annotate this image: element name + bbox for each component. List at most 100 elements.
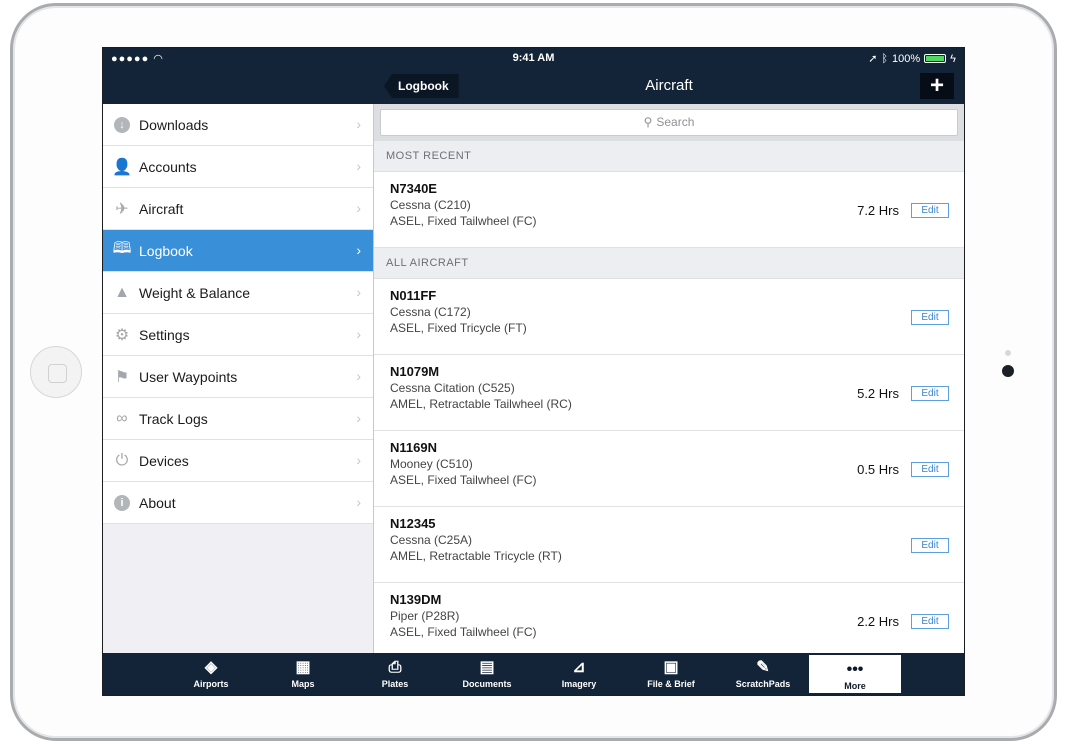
aircraft-row[interactable]: N011FF Cessna (C172) ASEL, Fixed Tricycle … [374,279,964,355]
aircraft-registration: N1169N [390,440,437,455]
sidebar-item-label: Downloads [139,116,209,133]
chevron-right-icon: › [356,242,361,258]
sensor-dot [1005,350,1011,356]
user-icon: 👤 [112,158,132,176]
chevron-right-icon: › [356,410,361,426]
add-aircraft-button[interactable]: + [920,73,954,99]
imagery-icon: ⊿ [572,659,586,676]
sidebar-item-label: Aircraft [139,200,184,217]
aircraft-registration: N7340E [390,181,437,196]
home-button[interactable] [30,346,82,398]
aircraft-registration: N011FF [390,288,437,303]
status-right: ➚ ᛒ 100% ϟ [868,52,956,66]
tab-plates[interactable]: ⎙ Plates [349,653,441,695]
map-icon: ▦ [295,659,311,676]
sidebar-item-label: Accounts [139,158,197,175]
chevron-right-icon: › [356,368,361,384]
search-icon: ⚲ [643,115,653,129]
sidebar-item-track-logs[interactable]: ∞ Track Logs › [103,398,373,440]
tab-documents[interactable]: ▤ Documents [441,653,533,695]
aircraft-class: ASEL, Fixed Tricycle (FT) [390,321,527,335]
aircraft-row[interactable]: N139DM Piper (P28R) ASEL, Fixed Tailwheel … [374,583,964,654]
aircraft-hours: 5.2 Hrs [857,386,899,401]
aircraft-row[interactable]: N1169N Mooney (C510) ASEL, Fixed Tailwheel… [374,431,964,507]
status-bar: ●●●●● ◠ 9:41 AM ➚ ᛒ 100% ϟ [103,48,964,68]
tab-scratchpads[interactable]: ✎ ScratchPads [717,653,809,695]
tab-imagery[interactable]: ⊿ Imagery [533,653,625,695]
search-input[interactable]: ⚲ Search [380,109,958,136]
sidebar-item-user-waypoints[interactable]: ⚑ User Waypoints › [103,356,373,398]
edit-button[interactable]: Edit [911,614,949,629]
tab-label: Documents [462,679,512,689]
flag-icon: ⚑ [114,368,130,386]
aircraft-row[interactable]: N1079M Cessna Citation (C525) AMEL, Retrac… [374,355,964,431]
gear-icon: ⚙ [114,326,130,344]
sidebar-item-settings[interactable]: ⚙ Settings › [103,314,373,356]
sidebar-item-label: Logbook [139,242,193,259]
chevron-right-icon: › [356,116,361,132]
sidebar-item-about[interactable]: i About › [103,482,373,524]
tab-label: Airports [193,679,229,689]
tab-label: More [844,681,866,691]
chevron-right-icon: › [356,200,361,216]
chevron-right-icon: › [356,158,361,174]
plug-icon: ⏻ [115,451,129,469]
sidebar-item-weight-balance[interactable]: ▲ Weight & Balance › [103,272,373,314]
aircraft-row[interactable]: N7340E Cessna (C210) ASEL, Fixed Tailwheel… [374,172,964,248]
search-bar: ⚲ Search [374,104,964,141]
sidebar-item-aircraft[interactable]: ✈ Aircraft › [103,188,373,230]
aircraft-registration: N1079M [390,364,440,379]
aircraft-hours: 0.5 Hrs [857,462,899,477]
tab-more[interactable]: ••• More [809,655,901,693]
sidebar-item-label: Settings [139,326,190,343]
aircraft-registration: N12345 [390,516,436,531]
tab-bar-spacer [103,653,165,695]
edit-button[interactable]: Edit [911,203,949,218]
aircraft-model: Cessna (C25A) [390,533,473,547]
sidebar-item-logbook[interactable]: 🕮 Logbook › [103,230,373,272]
download-icon: ↓ [111,114,133,136]
tab-file-brief[interactable]: ▣ File & Brief [625,653,717,695]
tab-label: Imagery [561,679,597,689]
tab-label: ScratchPads [735,679,791,689]
nav-bar: Logbook Aircraft + [103,68,964,104]
aircraft-list: ⚲ Search MOST RECENT N7340E Cessna (C210) A… [374,104,964,654]
aircraft-registration: N139DM [390,592,442,607]
tab-airports[interactable]: ◈ Airports [165,653,257,695]
track-icon: ∞ [116,409,128,427]
weight-icon: ▲ [114,283,130,301]
tab-maps[interactable]: ▦ Maps [257,653,349,695]
sidebar-item-downloads[interactable]: ↓ Downloads › [103,104,373,146]
tab-label: Maps [291,679,315,689]
sidebar-item-label: Weight & Balance [139,284,251,301]
sidebar-item-label: User Waypoints [139,368,238,385]
file-brief-icon: ▣ [663,659,679,676]
screen: ●●●●● ◠ 9:41 AM ➚ ᛒ 100% ϟ Logbook Aircr… [102,47,965,696]
tab-bar: ◈ Airports ▦ Maps ⎙ Plates ▤ Documents ⊿ Imagery ▣… [103,653,964,695]
tab-label: File & Brief [647,679,695,689]
sidebar-item-devices[interactable]: ⏻ Devices › [103,440,373,482]
airports-icon: ◈ [204,659,218,676]
bluetooth-icon: ᛒ [881,52,889,65]
section-header-recent: MOST RECENT [374,141,964,172]
documents-icon: ▤ [479,659,495,676]
aircraft-row[interactable]: N12345 Cessna (C25A) AMEL, Retractable Tri… [374,507,964,583]
battery-percent: 100% [892,52,921,65]
edit-button[interactable]: Edit [911,386,949,401]
scratchpad-icon: ✎ [756,659,770,676]
edit-button[interactable]: Edit [911,462,949,477]
sidebar-item-accounts[interactable]: 👤 Accounts › [103,146,373,188]
status-time: 9:41 AM [512,52,555,64]
charging-icon: ϟ [950,52,956,65]
plates-icon: ⎙ [388,659,402,676]
airplane-icon: ✈ [115,200,129,218]
battery-icon [924,54,947,63]
chevron-right-icon: › [356,494,361,510]
section-header-all: ALL AIRCRAFT [374,248,964,279]
sidebar-item-label: Track Logs [139,410,208,427]
page-title: Aircraft [645,77,693,94]
sidebar-item-label: Devices [139,452,189,469]
edit-button[interactable]: Edit [911,310,949,325]
edit-button[interactable]: Edit [911,538,949,553]
info-icon: i [111,492,133,514]
